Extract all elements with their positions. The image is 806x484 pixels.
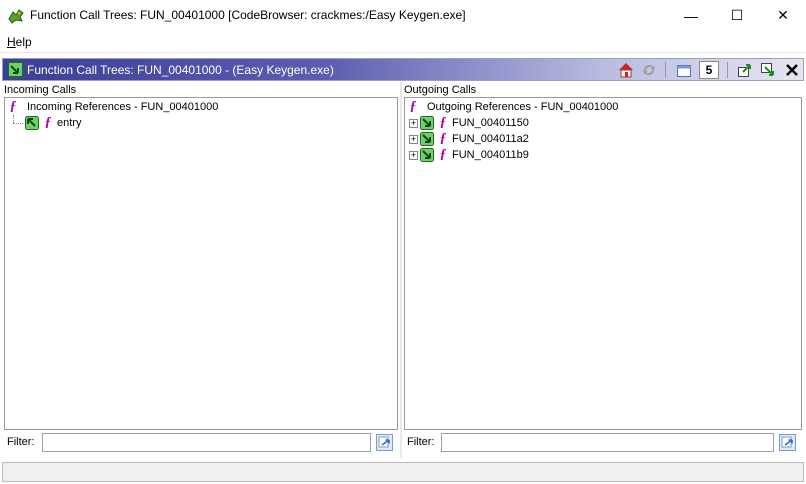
function-icon: ƒ <box>439 115 447 130</box>
split-pane-divider[interactable] <box>400 82 402 458</box>
refresh-button[interactable] <box>640 61 658 79</box>
window-icon <box>677 65 691 77</box>
outgoing-calls-label: Outgoing Calls <box>404 84 477 96</box>
tree-node-label: entry <box>57 117 82 129</box>
filter-options-icon <box>376 434 393 451</box>
toolbar-separator <box>665 62 666 78</box>
new-window-button[interactable] <box>675 61 693 79</box>
home-icon <box>619 63 633 78</box>
tree-node-label: FUN_004011a2 <box>452 133 529 145</box>
window-title: Function Call Trees: FUN_00401000 [CodeB… <box>30 8 466 22</box>
close-window-button[interactable]: ✕ <box>760 0 806 31</box>
navigate-incoming-icon <box>738 64 751 77</box>
outgoing-filter-options-button[interactable] <box>779 434 796 451</box>
menu-help-mnemonic: H <box>7 35 16 49</box>
navigate-incoming-button[interactable] <box>736 61 754 79</box>
outgoing-filter-input[interactable] <box>441 433 774 452</box>
tree-node-entry[interactable]: ƒ entry <box>25 115 81 131</box>
status-bar <box>2 462 804 482</box>
function-icon: ƒ <box>439 147 447 162</box>
close-icon <box>786 64 798 76</box>
outgoing-call-icon <box>420 132 434 146</box>
tree-node-fun-00401150[interactable]: + ƒ FUN_00401150 <box>409 115 529 131</box>
close-icon: ✕ <box>777 7 789 23</box>
tree-root-outgoing[interactable]: ƒ Outgoing References - FUN_00401000 <box>407 99 619 115</box>
minimize-button[interactable]: — <box>668 0 714 31</box>
outgoing-call-icon <box>420 116 434 130</box>
expand-toggle[interactable]: + <box>409 134 418 144</box>
incoming-calls-label: Incoming Calls <box>4 84 77 96</box>
tree-root-label: Outgoing References - FUN_00401000 <box>427 101 619 113</box>
tree-root-label: Incoming References - FUN_00401000 <box>27 101 219 113</box>
filter-options-icon <box>779 434 796 451</box>
incoming-filter-options-button[interactable] <box>376 434 393 451</box>
incoming-filter-label: Filter: <box>7 436 35 448</box>
tree-node-fun-004011b9[interactable]: + ƒ FUN_004011b9 <box>409 147 529 163</box>
expand-toggle[interactable]: + <box>409 118 418 128</box>
tree-root-incoming[interactable]: ƒ Incoming References - FUN_00401000 <box>7 99 219 115</box>
provider-title: Function Call Trees: FUN_00401000 - (Eas… <box>27 63 334 77</box>
menu-bar: Help <box>0 31 806 53</box>
expand-toggle[interactable]: + <box>409 150 418 160</box>
maximize-icon: ☐ <box>730 7 744 23</box>
function-call-tree-icon <box>8 62 23 77</box>
close-provider-button[interactable] <box>783 61 801 79</box>
function-icon: ƒ <box>9 99 17 114</box>
outgoing-call-icon <box>420 148 434 162</box>
navigate-outgoing-button[interactable] <box>759 61 777 79</box>
toolbar-separator <box>727 62 728 78</box>
minimize-icon: — <box>684 7 698 24</box>
provider-header: Function Call Trees: FUN_00401000 - (Eas… <box>2 58 804 81</box>
maximize-button[interactable]: ☐ <box>714 0 760 31</box>
navigate-outgoing-icon <box>761 63 774 76</box>
refresh-icon <box>643 65 655 75</box>
menu-help-label: elp <box>15 35 32 49</box>
outgoing-filter-label: Filter: <box>407 436 435 448</box>
incoming-call-icon <box>25 116 39 130</box>
tree-node-label: FUN_004011b9 <box>452 149 529 161</box>
function-icon: ƒ <box>439 131 447 146</box>
incoming-filter-input[interactable] <box>42 433 371 452</box>
function-icon: ƒ <box>44 115 52 130</box>
tree-node-label: FUN_00401150 <box>452 117 529 129</box>
title-bar: Function Call Trees: FUN_00401000 [CodeB… <box>0 0 806 31</box>
tree-node-fun-004011a2[interactable]: + ƒ FUN_004011a2 <box>409 131 529 147</box>
ghidra-dragon-icon <box>8 9 24 24</box>
recurse-depth-field[interactable]: 5 <box>699 61 719 79</box>
incoming-calls-tree[interactable]: ƒ Incoming References - FUN_00401000 ƒ e… <box>4 97 398 430</box>
home-button[interactable] <box>617 61 635 79</box>
menu-help[interactable]: Help <box>7 35 32 49</box>
function-icon: ƒ <box>409 99 417 114</box>
outgoing-calls-tree[interactable]: ƒ Outgoing References - FUN_00401000 + ƒ… <box>404 97 802 430</box>
